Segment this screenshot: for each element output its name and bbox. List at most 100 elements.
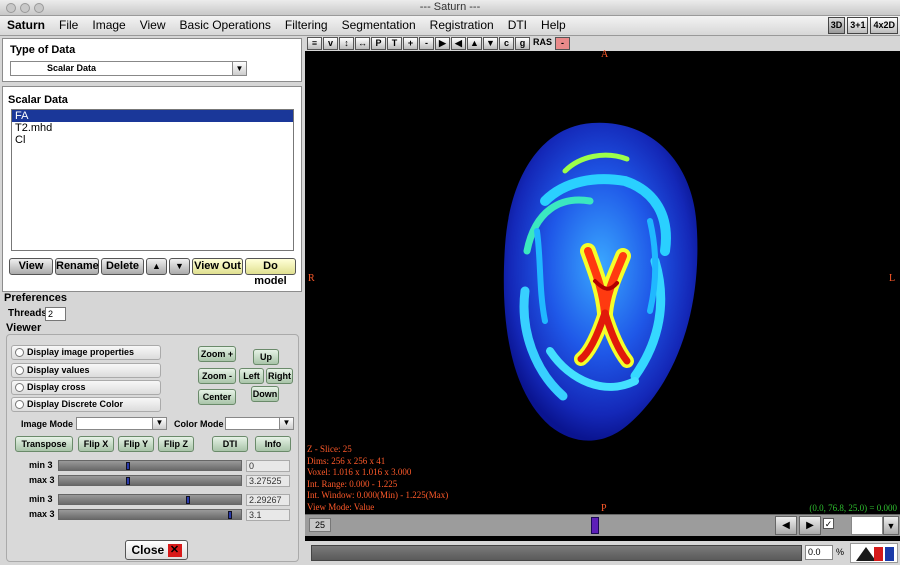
radio-icon: [15, 383, 24, 392]
opacity-slider[interactable]: [311, 545, 802, 561]
arrow-down-icon[interactable]: ▼: [483, 37, 498, 50]
zoom-window-icon[interactable]: [34, 3, 44, 13]
slider-thumb[interactable]: [126, 462, 130, 470]
view-g-button[interactable]: g: [515, 37, 530, 50]
min-intensity-slider[interactable]: [58, 460, 242, 471]
ras-button[interactable]: RAS: [531, 37, 554, 50]
close-window-icon[interactable]: [6, 3, 16, 13]
brain-fa-image[interactable]: [305, 51, 900, 514]
minimize-window-icon[interactable]: [20, 3, 30, 13]
flip-x-button[interactable]: Flip X: [78, 436, 114, 452]
layout-4x2d-button[interactable]: 4x2D: [870, 17, 898, 34]
minus-icon[interactable]: -: [419, 37, 434, 50]
display-cross-checkbox[interactable]: Display cross: [11, 380, 161, 395]
move-up-icon[interactable]: ▲: [146, 258, 167, 275]
mode-select[interactable]: [851, 516, 883, 535]
flip-z-button[interactable]: Flip Z: [158, 436, 194, 452]
view-v-button[interactable]: v: [323, 37, 338, 50]
menu-registration[interactable]: Registration: [423, 16, 501, 35]
menu-segmentation[interactable]: Segmentation: [335, 16, 423, 35]
color-mode-select[interactable]: ▼: [225, 417, 294, 430]
play-left-icon[interactable]: ◀: [451, 37, 466, 50]
menu-dti[interactable]: DTI: [501, 16, 534, 35]
list-item[interactable]: T2.mhd: [12, 122, 293, 134]
rename-button[interactable]: Rename: [55, 258, 99, 275]
slider-value[interactable]: 0: [246, 460, 290, 472]
zoom-out-button[interactable]: Zoom -: [198, 368, 236, 384]
arrow-up-icon[interactable]: ▲: [467, 37, 482, 50]
image-mode-select[interactable]: ▼: [76, 417, 167, 430]
display-values-checkbox[interactable]: Display values: [11, 363, 161, 378]
display-discrete-color-checkbox[interactable]: Display Discrete Color: [11, 397, 161, 412]
horizontal-arrows-icon[interactable]: ↔: [355, 37, 370, 50]
pan-down-button[interactable]: Down: [251, 386, 279, 402]
view-out-button[interactable]: View Out: [192, 258, 243, 275]
close-x-icon: ✕: [167, 544, 182, 558]
slider-value[interactable]: 3.1: [246, 509, 290, 521]
delete-button[interactable]: Delete: [101, 258, 144, 275]
opacity-value[interactable]: 0.0: [805, 545, 833, 560]
slice-slider[interactable]: [333, 515, 773, 536]
list-item[interactable]: Cl: [12, 134, 293, 146]
image-viewer[interactable]: ≡ v ↕ ↔ P T + - ▶ ◀ ▲ ▼ c g RAS - A P R …: [305, 36, 900, 565]
play-right-icon[interactable]: ▶: [435, 37, 450, 50]
transpose-button[interactable]: Transpose: [15, 436, 73, 452]
layout-3plus1-button[interactable]: 3+1: [847, 17, 869, 34]
type-of-data-panel: Type of Data Scalar Data ▼: [2, 38, 302, 82]
menu-saturn[interactable]: Saturn: [0, 16, 52, 35]
menu-view[interactable]: View: [133, 16, 173, 35]
type-of-data-select[interactable]: Scalar Data ▼: [10, 61, 247, 76]
plus-icon[interactable]: +: [403, 37, 418, 50]
coordinate-readout: (0.0, 76.8, 25.0) = 0.000: [809, 503, 897, 513]
slice-bar: 25 ◀ ▶ ✓ ▼: [305, 514, 900, 536]
view-p-button[interactable]: P: [371, 37, 386, 50]
view-button[interactable]: View: [9, 258, 53, 275]
checkbox-icon[interactable]: ✓: [823, 518, 834, 529]
threads-input[interactable]: 2: [45, 307, 66, 321]
next-slice-icon[interactable]: ▶: [799, 516, 821, 535]
pan-up-button[interactable]: Up: [253, 349, 279, 365]
chevron-down-icon[interactable]: ▼: [883, 516, 899, 535]
slider-value[interactable]: 3.27525: [246, 475, 290, 487]
info-button[interactable]: Info: [255, 436, 291, 452]
menu-icon[interactable]: ≡: [307, 37, 322, 50]
slider-thumb[interactable]: [126, 477, 130, 485]
close-button[interactable]: Close ✕: [125, 540, 188, 560]
slider-thumb[interactable]: [228, 511, 232, 519]
zoom-in-button[interactable]: Zoom +: [198, 346, 236, 362]
left-panel: Type of Data Scalar Data ▼ Scalar Data F…: [0, 36, 304, 565]
minus-red-button[interactable]: -: [555, 37, 571, 50]
flip-y-button[interactable]: Flip Y: [118, 436, 154, 452]
vertical-arrows-icon[interactable]: ↕: [339, 37, 354, 50]
list-item[interactable]: FA: [12, 110, 293, 122]
view-t-button[interactable]: T: [387, 37, 402, 50]
menu-filtering[interactable]: Filtering: [278, 16, 335, 35]
move-down-icon[interactable]: ▼: [169, 258, 190, 275]
layout-3d-button[interactable]: 3D: [827, 17, 846, 34]
slider-value[interactable]: 2.29267: [246, 494, 290, 506]
radio-icon: [15, 348, 24, 357]
pan-left-button[interactable]: Left: [239, 368, 264, 384]
menu-help[interactable]: Help: [534, 16, 573, 35]
slice-thumb[interactable]: [591, 517, 599, 534]
menu-basic-operations[interactable]: Basic Operations: [173, 16, 278, 35]
opacity-bar: 0.0 %: [305, 541, 900, 565]
pan-right-button[interactable]: Right: [266, 368, 293, 384]
color-mode-label: Color Mode: [174, 419, 224, 429]
display-image-properties-checkbox[interactable]: Display image properties: [11, 345, 161, 360]
max-window-slider[interactable]: [58, 509, 242, 520]
lab-logo-icon: [850, 543, 898, 563]
dti-button[interactable]: DTI: [212, 436, 248, 452]
menu-image[interactable]: Image: [85, 16, 132, 35]
view-c-button[interactable]: c: [499, 37, 514, 50]
slider-thumb[interactable]: [186, 496, 190, 504]
opacity-unit: %: [836, 547, 845, 557]
scalar-data-list[interactable]: FA T2.mhd Cl: [11, 109, 294, 251]
min-window-slider[interactable]: [58, 494, 242, 505]
center-button[interactable]: Center: [198, 389, 236, 405]
menu-file[interactable]: File: [52, 16, 85, 35]
max-intensity-slider[interactable]: [58, 475, 242, 486]
prev-slice-icon[interactable]: ◀: [775, 516, 797, 535]
do-model-button[interactable]: Do model: [245, 258, 296, 287]
slice-number: 25: [309, 518, 331, 532]
